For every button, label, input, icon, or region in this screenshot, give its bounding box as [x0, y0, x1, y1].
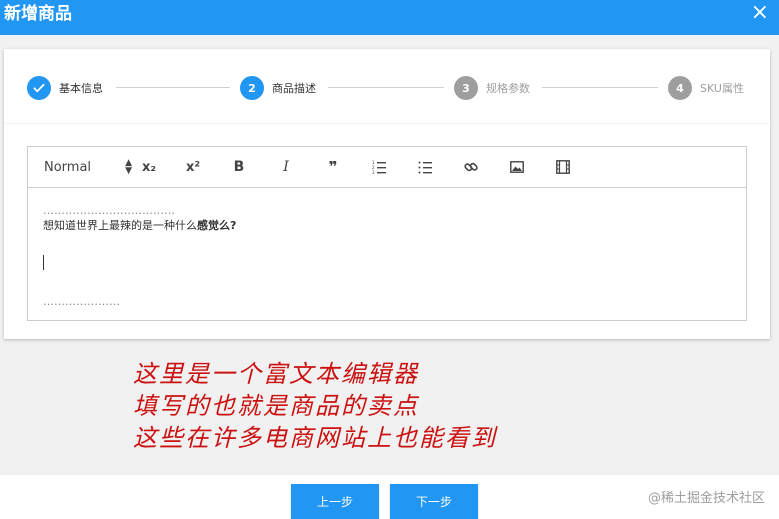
select-arrows-icon: ▲ ▼ — [125, 158, 132, 176]
dialog-footer: 上一步 下一步 @稀土掘金技术社区 — [0, 475, 779, 519]
step-label: SKU属性 — [700, 82, 744, 95]
step-product-description[interactable]: 2 商品描述 — [240, 76, 316, 100]
svg-text:3: 3 — [372, 170, 375, 174]
step-connector — [116, 87, 230, 88]
link-icon — [464, 162, 478, 172]
content-bold-text: 感觉么? — [197, 219, 237, 232]
step-label: 商品描述 — [272, 82, 316, 95]
link-button[interactable] — [460, 157, 482, 177]
editor-toolbar: Normal ▲ ▼ x₂ x² B I ❞ 123 — [28, 147, 746, 188]
video-icon — [556, 160, 570, 174]
italic-button[interactable]: I — [275, 157, 297, 177]
watermark: @稀土掘金技术社区 — [647, 491, 765, 506]
close-icon[interactable]: × — [751, 2, 769, 24]
image-icon — [510, 161, 524, 173]
rich-text-editor[interactable]: Normal ▲ ▼ x₂ x² B I ❞ 123 ……………………………… … — [27, 146, 747, 321]
annotation-line: 填写的也就是商品的卖点 — [133, 392, 419, 420]
stepper: 基本信息 2 商品描述 3 规格参数 4 SKU属性 — [4, 49, 770, 124]
subscript-button[interactable]: x₂ — [138, 157, 160, 177]
dots-line: ……………………………… — [43, 204, 175, 217]
editor-content: ……………………………… 想知道世界上最辣的是一种什么感觉么? — [43, 205, 236, 234]
dialog-titlebar: 新增商品 × — [0, 0, 779, 35]
step-label: 基本信息 — [59, 82, 103, 95]
step-number: 3 — [454, 76, 478, 100]
content-line: 想知道世界上最辣的是一种什么感觉么? — [43, 217, 236, 234]
step-label: 规格参数 — [486, 82, 530, 95]
step-number: 2 — [240, 76, 264, 100]
check-icon — [27, 76, 51, 100]
step-connector — [328, 87, 444, 88]
format-select-value: Normal — [44, 159, 92, 175]
step-sku-attributes[interactable]: 4 SKU属性 — [668, 76, 744, 100]
superscript-button[interactable]: x² — [182, 157, 204, 177]
annotation-text: 这里是一个富文本编辑器 填写的也就是商品的卖点 这些在许多电商网站上也能看到 — [133, 358, 497, 454]
image-button[interactable] — [506, 157, 528, 177]
annotation-line: 这里是一个富文本编辑器 — [133, 360, 419, 388]
prev-step-button[interactable]: 上一步 — [291, 484, 379, 519]
bold-button[interactable]: B — [228, 157, 250, 177]
ordered-list-button[interactable]: 123 — [368, 157, 390, 177]
step-connector — [542, 87, 658, 88]
content-text: 想知道世界上最辣的是一种什么 — [43, 219, 197, 232]
bullet-list-button[interactable] — [414, 157, 436, 177]
dialog-title: 新增商品 — [4, 4, 72, 24]
bullet-list-icon — [418, 161, 432, 174]
step-spec-params[interactable]: 3 规格参数 — [454, 76, 530, 100]
editor-card: Normal ▲ ▼ x₂ x² B I ❞ 123 ……………………………… … — [4, 124, 770, 339]
annotation-line: 这些在许多电商网站上也能看到 — [133, 424, 497, 452]
format-select[interactable]: Normal ▲ ▼ — [44, 157, 132, 177]
ordered-list-icon: 123 — [372, 160, 386, 174]
video-button[interactable] — [552, 157, 574, 177]
step-number: 4 — [668, 76, 692, 100]
step-basic-info[interactable]: 基本信息 — [27, 76, 103, 100]
next-step-button[interactable]: 下一步 — [390, 484, 478, 519]
dots-line: ………………… — [43, 295, 120, 308]
blockquote-button[interactable]: ❞ — [322, 157, 344, 177]
text-cursor — [43, 255, 44, 270]
